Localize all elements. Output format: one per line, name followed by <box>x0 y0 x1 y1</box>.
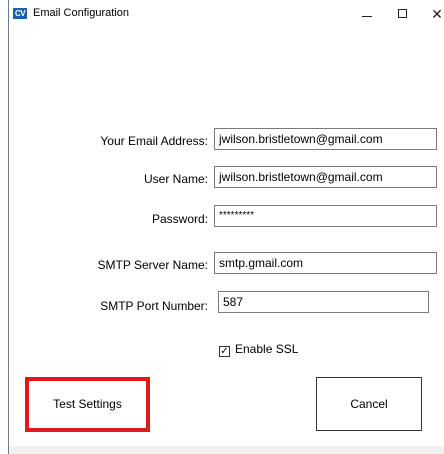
smtp-port-field[interactable]: 587 <box>218 291 429 313</box>
app-icon: CV <box>13 8 27 19</box>
title-bar: CV Email Configuration ✕ <box>9 0 444 28</box>
smtp-port-label: SMTP Port Number: <box>100 299 208 313</box>
password-label: Password: <box>151 212 208 226</box>
password-field[interactable]: ********* <box>214 205 437 227</box>
username-label: User Name: <box>143 172 208 186</box>
email-label: Your Email Address: <box>100 134 208 148</box>
close-button[interactable]: ✕ <box>427 6 444 22</box>
smtp-server-field[interactable]: smtp.gmail.com <box>214 252 437 274</box>
cancel-button[interactable]: Cancel <box>316 377 422 431</box>
enable-ssl-label: Enable SSL <box>235 342 299 356</box>
window-title: Email Configuration <box>33 7 129 19</box>
maximize-icon <box>398 9 407 18</box>
smtp-server-label: SMTP Server Name: <box>97 258 208 272</box>
username-field[interactable]: jwilson.bristletown@gmail.com <box>214 166 437 188</box>
email-configuration-window: CV Email Configuration ✕ Your Email Addr… <box>8 0 444 454</box>
bottom-edge <box>9 446 444 454</box>
enable-ssl-checkbox-row[interactable]: ✓ Enable SSL <box>219 342 298 357</box>
email-field[interactable]: jwilson.bristletown@gmail.com <box>214 128 437 150</box>
test-settings-button[interactable]: Test Settings <box>25 377 150 432</box>
minimize-button[interactable] <box>357 6 377 22</box>
maximize-button[interactable] <box>393 6 413 22</box>
enable-ssl-checkbox[interactable]: ✓ <box>219 346 230 357</box>
minimize-icon <box>362 16 372 17</box>
